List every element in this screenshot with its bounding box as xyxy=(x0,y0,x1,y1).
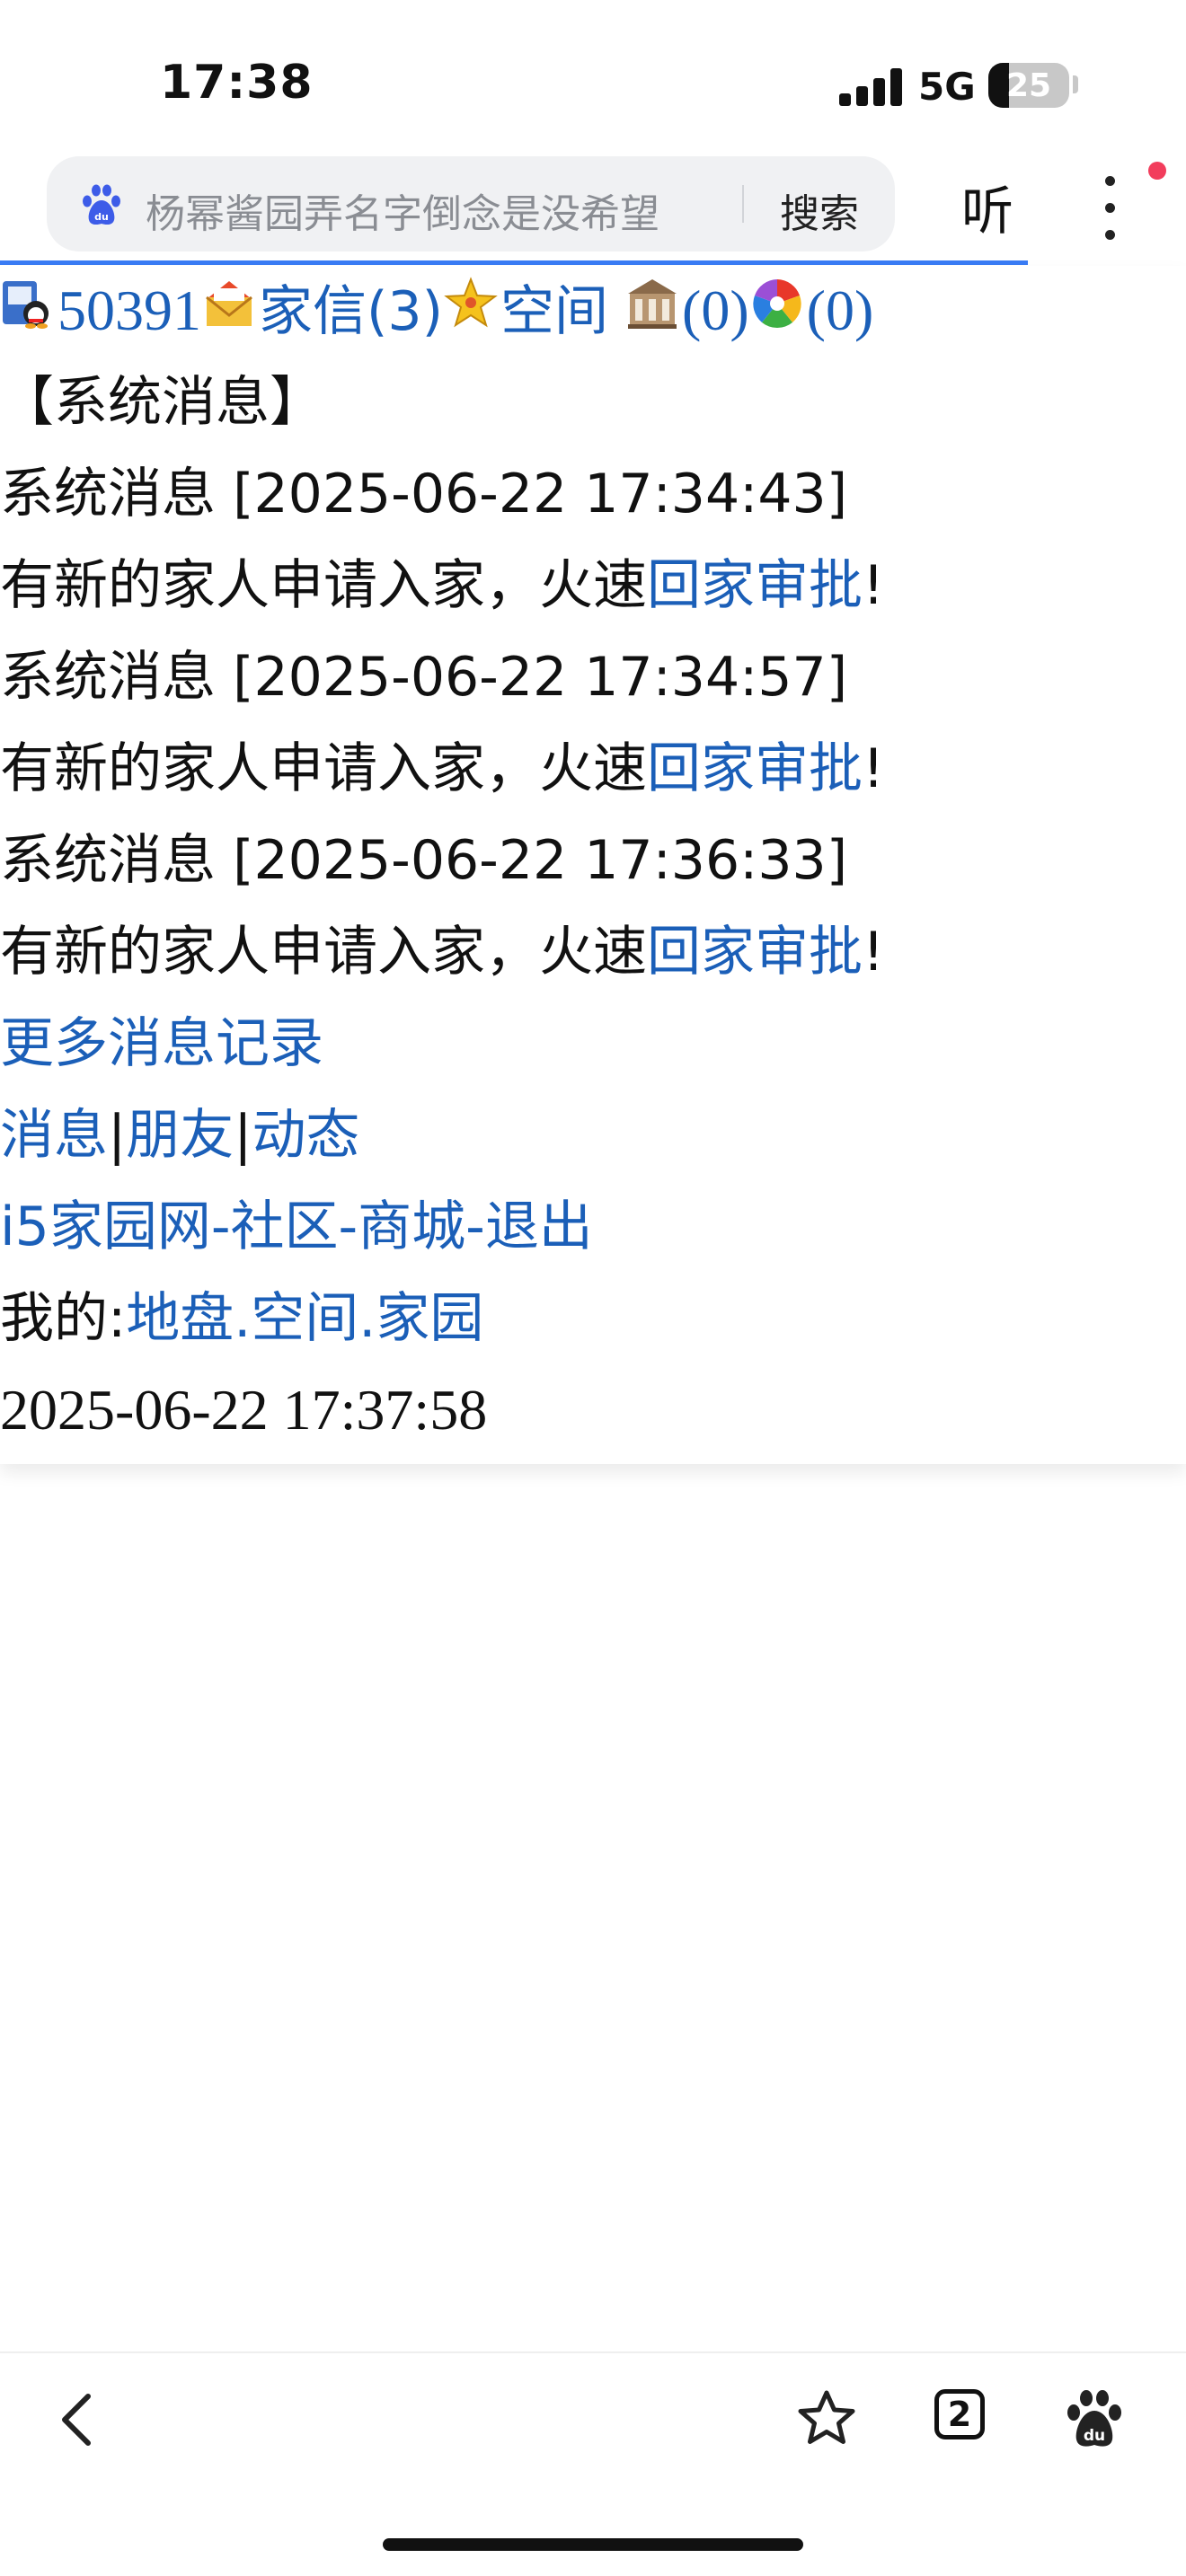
baidu-paw-icon: du xyxy=(83,184,120,225)
approve-link[interactable]: 回家审批 xyxy=(647,921,863,984)
home-link[interactable]: i5家园网 xyxy=(0,1195,211,1258)
site-separator: - xyxy=(338,1195,358,1258)
my-prefix: 我的: xyxy=(0,1287,127,1350)
space-link[interactable]: 空间 xyxy=(500,280,608,343)
community-link[interactable]: 社区 xyxy=(231,1195,339,1258)
more-records-row: 更多消息记录 xyxy=(0,999,323,1089)
user-id-link[interactable]: 50391 xyxy=(58,278,201,342)
garden-link[interactable]: 家园 xyxy=(376,1287,483,1350)
feed-link[interactable]: 动态 xyxy=(252,1104,359,1167)
page-load-progress xyxy=(0,260,1028,265)
pinwheel-icon xyxy=(749,276,805,331)
star-bookmark-icon[interactable] xyxy=(791,2384,863,2456)
message-body: 有新的家人申请入家，火速回家审批! xyxy=(0,907,884,997)
message-text: 有新的家人申请入家，火速 xyxy=(0,737,647,800)
friends-link[interactable]: 朋友 xyxy=(126,1104,234,1167)
message-header: 系统消息 [2025-06-22 17:36:33] xyxy=(0,829,848,892)
tab-count-icon[interactable]: 2 xyxy=(934,2389,985,2439)
social-nav: 消息|朋友|动态 xyxy=(0,1090,359,1180)
section-title: 【系统消息】 xyxy=(0,371,323,434)
top-nav: 50391 家信(3) 空间 (0) (0) xyxy=(0,266,873,356)
svg-text:du: du xyxy=(1084,2427,1105,2445)
search-input[interactable]: 杨幂酱园弄名字倒念是没希望 xyxy=(146,181,757,239)
svg-text:du: du xyxy=(94,211,109,223)
star-space-icon xyxy=(443,276,499,331)
house-count-link[interactable]: (0) xyxy=(682,278,749,342)
back-chevron-icon[interactable] xyxy=(41,2384,113,2456)
my-separator: . xyxy=(358,1287,376,1350)
site-separator: - xyxy=(210,1195,231,1258)
space-link[interactable]: 空间 xyxy=(251,1287,358,1350)
cellular-signal-icon xyxy=(839,68,902,106)
page-timestamp: 2025-06-22 17:37:58 xyxy=(0,1378,488,1442)
status-bar: 17:38 5G 25 xyxy=(0,0,1186,162)
nav-separator: | xyxy=(234,1104,252,1167)
qq-user-icon xyxy=(0,276,56,331)
album-count-link[interactable]: (0) xyxy=(807,278,874,342)
message-header: 系统消息 [2025-06-22 17:34:43] xyxy=(0,463,848,525)
site-nav: i5家园网-社区-商城-退出 xyxy=(0,1182,593,1272)
message-end: ! xyxy=(863,554,885,617)
battery-percent: 25 xyxy=(1005,67,1052,104)
my-nav: 我的:地盘.空间.家园 xyxy=(0,1274,483,1363)
plot-link[interactable]: 地盘 xyxy=(126,1287,234,1350)
building-icon xyxy=(624,276,680,331)
my-separator: . xyxy=(234,1287,252,1350)
home-indicator xyxy=(383,2538,803,2551)
network-type-label: 5G xyxy=(918,65,976,109)
mall-link[interactable]: 商城 xyxy=(358,1195,465,1258)
message-header: 系统消息 [2025-06-22 17:34:57] xyxy=(0,646,848,709)
approve-link[interactable]: 回家审批 xyxy=(647,737,863,800)
message-body: 有新的家人申请入家，火速回家审批! xyxy=(0,724,884,814)
search-divider xyxy=(742,185,744,223)
message-body: 有新的家人申请入家，火速回家审批! xyxy=(0,541,884,631)
messages-link[interactable]: 消息 xyxy=(0,1104,108,1167)
nav-separator: | xyxy=(108,1104,127,1167)
message-text: 有新的家人申请入家，火速 xyxy=(0,921,647,984)
listen-button[interactable]: 听 xyxy=(961,169,1013,244)
approve-link[interactable]: 回家审批 xyxy=(647,554,863,617)
message-text: 有新的家人申请入家，火速 xyxy=(0,554,647,617)
message-end: ! xyxy=(863,737,885,800)
more-records-link[interactable]: 更多消息记录 xyxy=(0,1012,323,1075)
battery-cap xyxy=(1073,75,1078,93)
mail-envelope-icon xyxy=(201,276,257,331)
web-content: 50391 家信(3) 空间 (0) (0) 【系统消息】 系统消息 [2025… xyxy=(0,266,1186,1464)
baidu-paw-icon[interactable]: du xyxy=(1058,2384,1130,2456)
search-bar[interactable]: du 杨幂酱园弄名字倒念是没希望 搜索 xyxy=(47,156,895,251)
message-end: ! xyxy=(863,921,885,984)
search-button[interactable]: 搜索 xyxy=(780,181,859,239)
status-time: 17:38 xyxy=(160,56,314,110)
notification-dot xyxy=(1148,162,1166,180)
more-vertical-icon[interactable] xyxy=(1094,176,1127,241)
mail-link[interactable]: 家信(3) xyxy=(259,280,443,343)
logout-link[interactable]: 退出 xyxy=(485,1195,593,1258)
toolbar-divider xyxy=(0,2351,1186,2353)
battery-icon: 25 xyxy=(988,63,1069,108)
site-separator: - xyxy=(465,1195,485,1258)
